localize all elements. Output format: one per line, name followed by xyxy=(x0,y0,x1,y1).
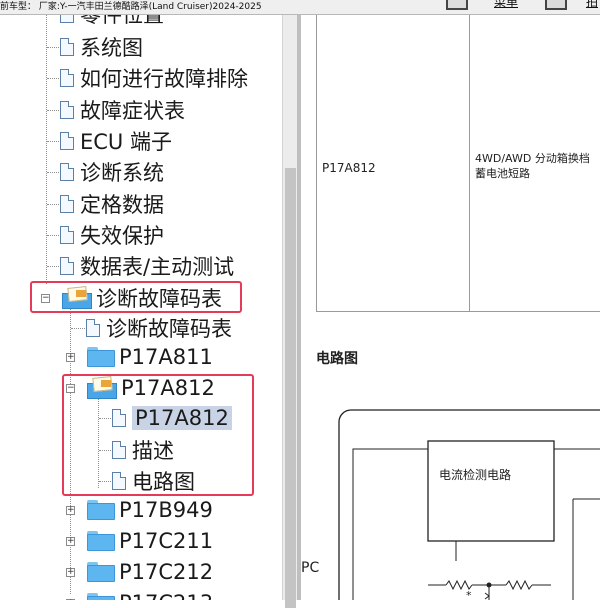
folder-icon xyxy=(87,531,115,551)
resistor-symbol xyxy=(445,579,473,591)
document-icon xyxy=(60,132,74,150)
diagram-marker: * xyxy=(466,589,472,600)
tree-folder-p17c211[interactable]: P17C211 xyxy=(87,527,213,555)
description-line: 4WD/AWD 分动箱换档 xyxy=(475,152,590,165)
document-icon xyxy=(86,319,100,337)
tree-folder-p17a811[interactable]: P17A811 xyxy=(87,343,213,371)
navigation-tree: 零件位置 系统图 如何进行故障排除 故障症状表 ECU 端子 诊断系统 定格数据… xyxy=(0,14,282,600)
tree-connector xyxy=(47,172,59,173)
toolbar-button-1[interactable] xyxy=(446,0,468,10)
document-icon xyxy=(60,14,74,23)
dtc-table: P17A812 4WD/AWD 分动箱换档 蓄电池短路 xyxy=(316,14,600,312)
table-cell-dtc-description: 4WD/AWD 分动箱换档 蓄电池短路 xyxy=(475,151,600,181)
tree-item-freeze-frame[interactable]: 定格数据 xyxy=(60,190,164,218)
tree-item-label: 零件位置 xyxy=(80,14,164,27)
document-icon xyxy=(60,226,74,244)
highlight-box-p17a812 xyxy=(62,374,254,496)
tree-item-label: ECU 端子 xyxy=(80,130,172,154)
expand-toggle[interactable]: + xyxy=(66,568,75,577)
resistor-symbol xyxy=(484,592,490,600)
document-icon xyxy=(60,38,74,56)
document-icon xyxy=(60,69,74,87)
tree-guide-line xyxy=(46,14,47,284)
tree-item-system-diagram[interactable]: 系统图 xyxy=(60,33,143,61)
section-title-circuit: 电路图 xyxy=(316,351,358,367)
current-detection-label: 电流检测电路 xyxy=(439,467,511,482)
folder-icon xyxy=(87,500,115,520)
document-icon xyxy=(60,163,74,181)
tree-connector xyxy=(47,235,59,236)
document-icon xyxy=(60,101,74,119)
scrollbar-thumb[interactable] xyxy=(285,168,296,608)
tree-item-label: P17C212 xyxy=(119,560,214,584)
tree-item-fail-safe[interactable]: 失效保护 xyxy=(60,221,164,249)
expand-toggle[interactable]: + xyxy=(66,353,75,362)
document-icon xyxy=(60,195,74,213)
folder-icon xyxy=(87,347,115,367)
tree-item-label: 定格数据 xyxy=(80,193,164,217)
tree-item-label: 诊断故障码表 xyxy=(106,317,232,341)
resistor-symbol xyxy=(505,579,533,591)
tree-item-label: 诊断系统 xyxy=(80,161,164,185)
highlight-box-dtc-folder xyxy=(30,281,242,313)
table-cell-dtc-code: P17A812 xyxy=(322,161,376,175)
vehicle-info: 前车型： 厂家:Y-一汽丰田兰德酷路泽(Land Cruiser)2024-20… xyxy=(0,2,262,12)
tree-item-label: P17A811 xyxy=(119,345,213,369)
tree-item-diagnostic-system[interactable]: 诊断系统 xyxy=(60,158,164,186)
circuit-diagram: 电流检测电路 * xyxy=(338,409,600,600)
tree-connector xyxy=(47,204,59,205)
tree-scrollbar[interactable] xyxy=(282,14,298,608)
toolbar-label-3[interactable]: 拍 xyxy=(586,0,598,9)
tree-item-dtc-chart[interactable]: 诊断故障码表 xyxy=(86,314,232,342)
tree-item-label: P17C211 xyxy=(119,529,214,553)
tree-item-label: 系统图 xyxy=(80,36,143,60)
tree-connector xyxy=(47,110,59,111)
tree-item-label: P17B949 xyxy=(119,498,213,522)
current-detection-box xyxy=(427,440,555,542)
document-icon xyxy=(60,257,74,275)
description-line: 蓄电池短路 xyxy=(475,167,530,180)
expand-toggle[interactable]: + xyxy=(66,506,75,515)
tree-connector xyxy=(71,328,85,329)
top-bar: 前车型： 厂家:Y-一汽丰田兰德酷路泽(Land Cruiser)2024-20… xyxy=(0,0,600,15)
folder-icon xyxy=(87,562,115,582)
tree-item-label: 失效保护 xyxy=(80,224,164,248)
tree-folder-p17c213[interactable]: P17C213 xyxy=(87,589,213,600)
tree-connector xyxy=(47,47,59,48)
tree-item-parts-location[interactable]: 零件位置 xyxy=(60,14,164,28)
tree-item-data-list[interactable]: 数据表/主动测试 xyxy=(60,252,234,280)
tree-connector xyxy=(47,266,59,267)
tree-item-label: 数据表/主动测试 xyxy=(80,255,235,279)
toolbar-menu-label[interactable]: 菜单 xyxy=(494,0,518,9)
tree-item-label: 故障症状表 xyxy=(80,99,185,123)
tree-item-ecu-terminals[interactable]: ECU 端子 xyxy=(60,127,172,155)
folder-icon xyxy=(87,593,115,600)
footer-partial-text: PC xyxy=(301,560,320,576)
tree-item-label: P17C213 xyxy=(119,591,213,600)
content-pane: P17A812 4WD/AWD 分动箱换档 蓄电池短路 电路图 电流检测电路 *… xyxy=(301,14,600,600)
tree-item-symptom-table[interactable]: 故障症状表 xyxy=(60,96,185,124)
toolbar-button-2[interactable] xyxy=(545,0,567,10)
tree-item-label: 如何进行故障排除 xyxy=(80,67,248,91)
expand-toggle[interactable]: + xyxy=(66,537,75,546)
tree-folder-p17c212[interactable]: P17C212 xyxy=(87,558,213,586)
table-column-divider xyxy=(469,14,470,311)
tree-connector xyxy=(47,141,59,142)
tree-connector xyxy=(47,78,59,79)
tree-folder-p17b949[interactable]: P17B949 xyxy=(87,496,213,524)
tree-item-how-to-troubleshoot[interactable]: 如何进行故障排除 xyxy=(60,64,248,92)
